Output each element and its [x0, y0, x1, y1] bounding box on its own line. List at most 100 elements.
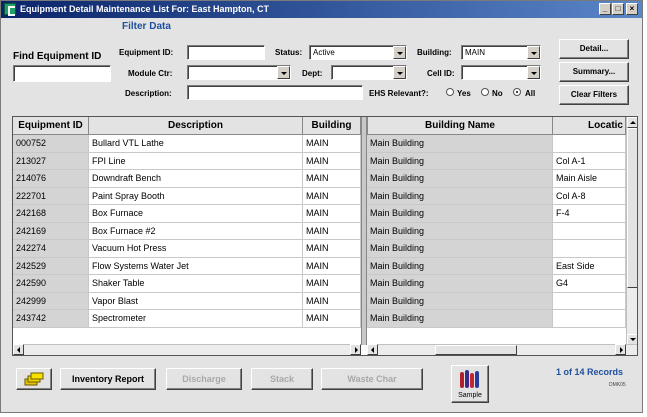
cell-description[interactable]: Bullard VTL Lathe [89, 135, 303, 153]
cell-location[interactable] [553, 135, 626, 153]
cell-building-name[interactable]: Main Building [367, 152, 553, 170]
horizontal-scroll-thumb[interactable] [435, 345, 517, 355]
cell-equipment-id[interactable]: 214076 [13, 170, 89, 188]
vertical-scroll-thumb[interactable] [627, 128, 637, 288]
cell-equipment-id[interactable]: 213027 [13, 152, 89, 170]
cell-building[interactable]: MAIN [303, 240, 361, 258]
cell-equipment-id[interactable]: 242590 [13, 275, 89, 293]
col-header-description[interactable]: Description [89, 117, 303, 135]
cell-location[interactable]: G4 [553, 275, 626, 293]
cell-description[interactable]: Downdraft Bench [89, 170, 303, 188]
cell-location[interactable]: F-4 [553, 205, 626, 223]
cell-equipment-id[interactable]: 222701 [13, 187, 89, 205]
scroll-up-arrow-icon[interactable] [627, 117, 637, 128]
find-equipment-input[interactable] [13, 65, 111, 82]
grid-splitter[interactable] [361, 117, 367, 345]
cell-id-dropdown-icon[interactable] [527, 66, 540, 79]
table-row[interactable]: 242274 Vacuum Hot Press MAIN Main Building [13, 240, 637, 258]
cell-building[interactable]: MAIN [303, 257, 361, 275]
equipment-grid[interactable]: Equipment ID Description Building Buildi… [12, 116, 638, 356]
table-row[interactable]: 213027 FPI Line MAIN Main Building Col A-1 [13, 152, 637, 170]
table-row[interactable]: 242168 Box Furnace MAIN Main Building F-4 [13, 205, 637, 223]
cell-building[interactable]: MAIN [303, 205, 361, 223]
table-row[interactable]: 000752 Bullard VTL Lathe MAIN Main Building [13, 135, 637, 153]
inventory-report-button[interactable]: Inventory Report [60, 368, 156, 390]
cell-building-name[interactable]: Main Building [367, 170, 553, 188]
col-header-building[interactable]: Building [303, 117, 361, 135]
left-scroll-left-arrow-icon[interactable] [13, 344, 24, 355]
module-ctr-dropdown-icon[interactable] [277, 66, 290, 79]
cell-location[interactable]: East Side [553, 257, 626, 275]
table-row[interactable]: 222701 Paint Spray Booth MAIN Main Building… [13, 187, 637, 205]
table-row[interactable]: 214076 Downdraft Bench MAIN Main Building Ma… [13, 170, 637, 188]
cell-building[interactable]: MAIN [303, 222, 361, 240]
cell-equipment-id[interactable]: 242274 [13, 240, 89, 258]
cell-equipment-id[interactable]: 242168 [13, 205, 89, 223]
right-horizontal-scrollbar[interactable] [367, 344, 637, 355]
sample-button[interactable]: Sample [451, 365, 489, 403]
cell-description[interactable]: Paint Spray Booth [89, 187, 303, 205]
dept-dropdown-icon[interactable] [393, 66, 406, 79]
col-header-building-name[interactable]: Building Name [367, 117, 553, 135]
col-header-equipment-id[interactable]: Equipment ID [13, 117, 89, 135]
dept-select[interactable] [331, 65, 407, 80]
right-scroll-left-arrow-icon[interactable] [367, 344, 378, 355]
cell-equipment-id[interactable]: 000752 [13, 135, 89, 153]
col-header-location[interactable]: Locatic [553, 117, 626, 135]
cell-equipment-id[interactable]: 242169 [13, 222, 89, 240]
cell-location[interactable] [553, 310, 626, 328]
cell-location[interactable]: Main Aisle [553, 170, 626, 188]
cell-building-name[interactable]: Main Building [367, 257, 553, 275]
cell-description[interactable]: Box Furnace #2 [89, 222, 303, 240]
cell-building[interactable]: MAIN [303, 170, 361, 188]
cell-description[interactable]: Flow Systems Water Jet [89, 257, 303, 275]
cell-description[interactable]: FPI Line [89, 152, 303, 170]
close-button[interactable]: × [626, 3, 638, 15]
maximize-button[interactable]: □ [612, 3, 624, 15]
building-dropdown-icon[interactable] [527, 46, 540, 59]
cell-building[interactable]: MAIN [303, 152, 361, 170]
detail-button[interactable]: Detail... [559, 39, 629, 59]
cell-id-select[interactable] [461, 65, 541, 80]
status-select[interactable]: Active [309, 45, 407, 60]
table-row[interactable]: 242529 Flow Systems Water Jet MAIN Main Bui… [13, 257, 637, 275]
cell-building-name[interactable]: Main Building [367, 275, 553, 293]
cell-location[interactable] [553, 240, 626, 258]
cell-equipment-id[interactable]: 242999 [13, 292, 89, 310]
cell-building[interactable]: MAIN [303, 135, 361, 153]
cell-building[interactable]: MAIN [303, 310, 361, 328]
right-scroll-right-arrow-icon[interactable] [615, 344, 626, 355]
table-row[interactable]: 243742 Spectrometer MAIN Main Building [13, 310, 637, 328]
table-row[interactable]: 242590 Shaker Table MAIN Main Building G4 [13, 275, 637, 293]
ehs-all-radio[interactable] [513, 88, 521, 96]
minimize-button[interactable]: _ [599, 3, 611, 15]
cell-building[interactable]: MAIN [303, 292, 361, 310]
report-stack-button[interactable] [16, 368, 52, 390]
cell-equipment-id[interactable]: 242529 [13, 257, 89, 275]
building-select[interactable]: MAIN [461, 45, 541, 60]
cell-location[interactable]: Col A-8 [553, 187, 626, 205]
cell-building-name[interactable]: Main Building [367, 292, 553, 310]
cell-description[interactable]: Box Furnace [89, 205, 303, 223]
waste-char-button[interactable]: Waste Char [321, 368, 423, 390]
cell-location[interactable] [553, 292, 626, 310]
left-scroll-right-arrow-icon[interactable] [350, 344, 361, 355]
table-row[interactable]: 242999 Vapor Blast MAIN Main Building [13, 292, 637, 310]
stack-button[interactable]: Stack [251, 368, 313, 390]
cell-description[interactable]: Vacuum Hot Press [89, 240, 303, 258]
cell-building-name[interactable]: Main Building [367, 187, 553, 205]
ehs-no-radio[interactable] [481, 88, 489, 96]
summary-button[interactable]: Summary... [559, 62, 629, 82]
vertical-scrollbar[interactable] [626, 117, 637, 345]
cell-building[interactable]: MAIN [303, 275, 361, 293]
cell-building-name[interactable]: Main Building [367, 240, 553, 258]
status-dropdown-icon[interactable] [393, 46, 406, 59]
cell-description[interactable]: Shaker Table [89, 275, 303, 293]
cell-description[interactable]: Vapor Blast [89, 292, 303, 310]
cell-building-name[interactable]: Main Building [367, 135, 553, 153]
equipment-id-field[interactable] [187, 45, 265, 60]
cell-equipment-id[interactable]: 243742 [13, 310, 89, 328]
cell-location[interactable]: Col A-1 [553, 152, 626, 170]
cell-location[interactable] [553, 222, 626, 240]
table-row[interactable]: 242169 Box Furnace #2 MAIN Main Building [13, 222, 637, 240]
